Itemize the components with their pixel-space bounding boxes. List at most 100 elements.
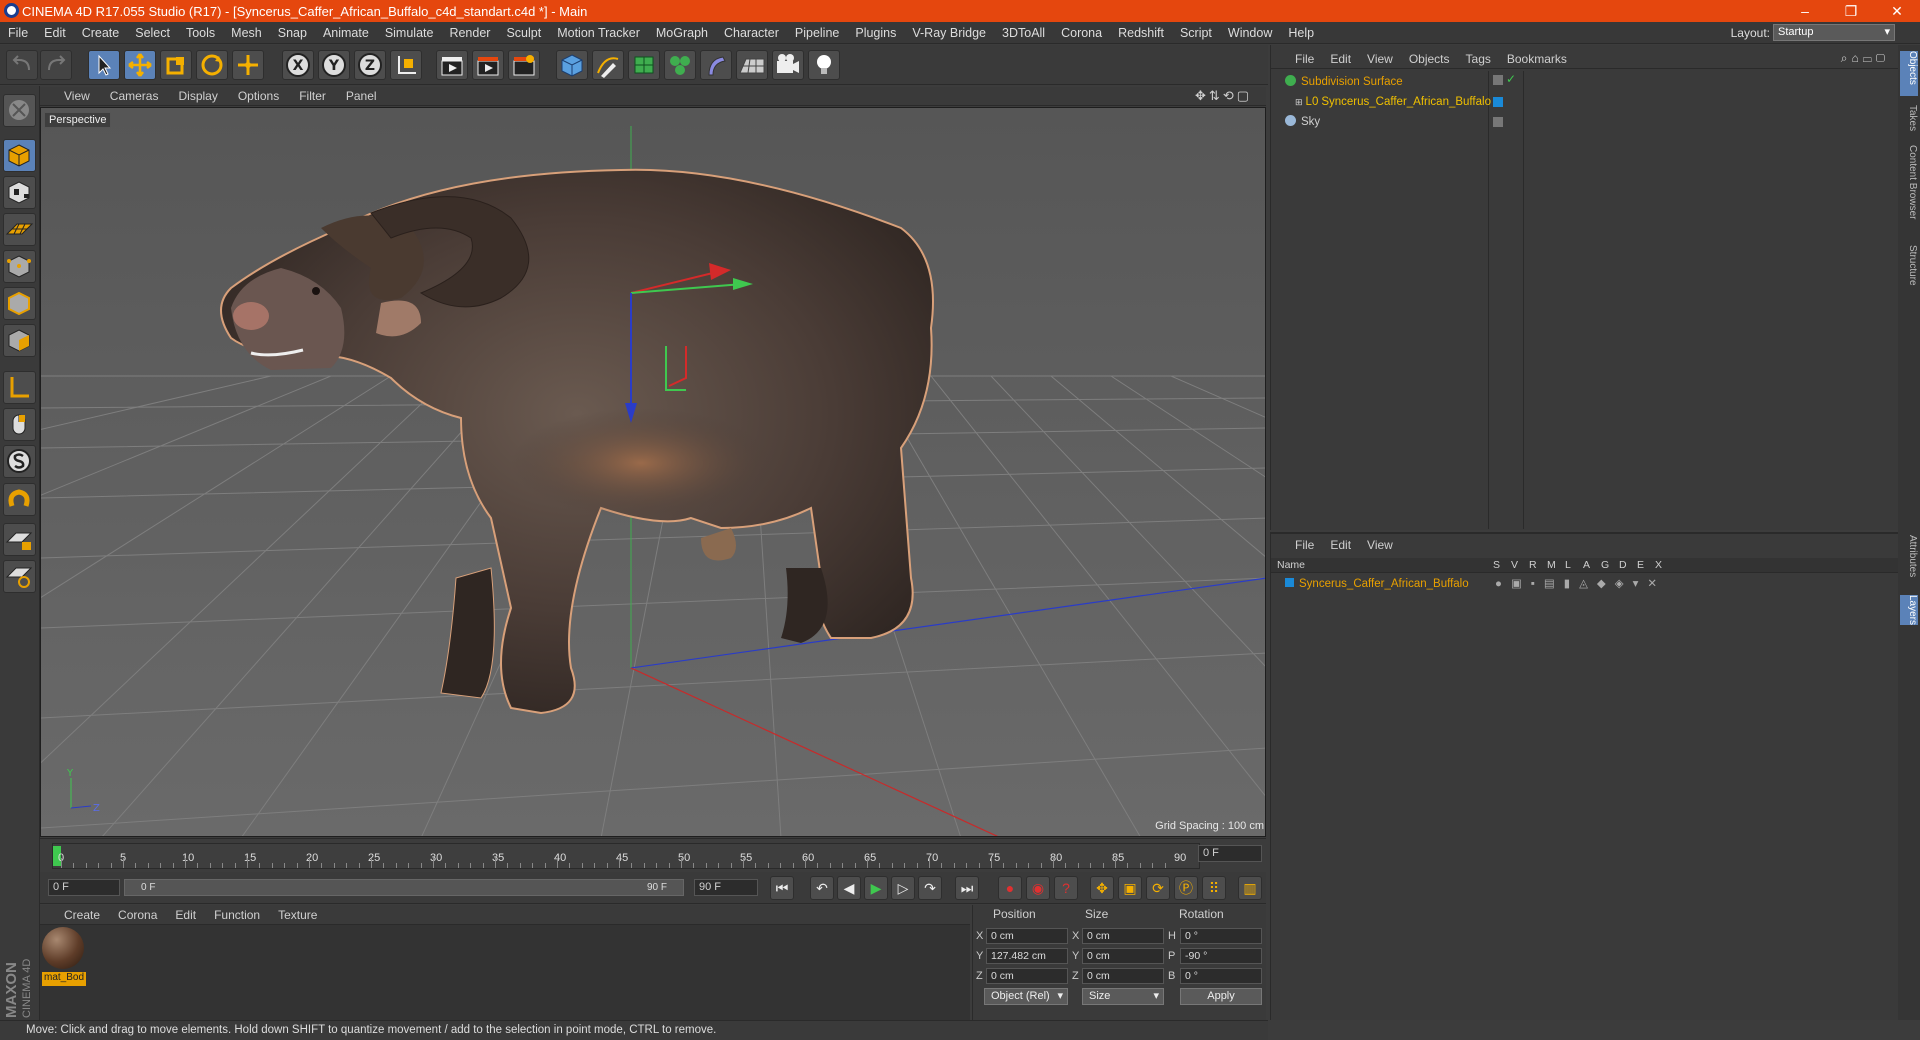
menu-plugins[interactable]: Plugins	[847, 26, 904, 40]
workplane-refresh-button[interactable]	[3, 560, 36, 593]
layer-menu-file[interactable]: File	[1271, 538, 1322, 552]
menu-motion-tracker[interactable]: Motion Tracker	[549, 26, 648, 40]
enable-axis-button[interactable]	[3, 371, 36, 404]
menu-mesh[interactable]: Mesh	[223, 26, 270, 40]
layer-toggle-icons[interactable]: ●▣▪▤▮◬◆◈▾✕	[1495, 575, 1666, 593]
size-y-field[interactable]: 0 cm	[1082, 948, 1164, 964]
frame-ruler[interactable]: 051015202530354045505560657075808590	[52, 843, 1200, 869]
material-menu-corona[interactable]: Corona	[109, 908, 166, 922]
transform-tool-button[interactable]	[232, 50, 264, 80]
rotation-p-field[interactable]: -90 °	[1180, 948, 1262, 964]
tab-structure[interactable]: Structure	[1900, 245, 1918, 286]
menu-animate[interactable]: Animate	[315, 26, 377, 40]
render-settings-button[interactable]	[508, 50, 540, 80]
size-x-field[interactable]: 0 cm	[1082, 928, 1164, 944]
lock-workplane-button[interactable]	[3, 523, 36, 556]
y-axis-lock-button[interactable]: Y	[318, 50, 350, 80]
menu-help[interactable]: Help	[1280, 26, 1322, 40]
preview-range-slider[interactable]: 0 F 90 F	[124, 879, 684, 896]
live-selection-button[interactable]	[88, 50, 120, 80]
move-tool-button[interactable]	[124, 50, 156, 80]
layer-row[interactable]: Syncerus_Caffer_African_Buffalo ●▣▪▤▮◬◆◈…	[1275, 575, 1895, 593]
viewport-navigation-icons[interactable]: ✥⇅⟲▢	[1185, 88, 1262, 104]
scale-tool-button[interactable]	[160, 50, 192, 80]
expand-plus-icon[interactable]: ⊞	[1295, 97, 1303, 107]
tab-attributes[interactable]: Attributes	[1900, 535, 1918, 577]
object-menu-view[interactable]: View	[1359, 52, 1401, 66]
viewport-menu-cameras[interactable]: Cameras	[100, 89, 169, 103]
menu-vray-bridge[interactable]: V-Ray Bridge	[904, 26, 994, 40]
menu-mograph[interactable]: MoGraph	[648, 26, 716, 40]
layer-menu-edit[interactable]: Edit	[1322, 538, 1359, 552]
rotation-key-button[interactable]: ⟳	[1146, 876, 1170, 900]
camera-button[interactable]	[772, 50, 804, 80]
menu-redshift[interactable]: Redshift	[1110, 26, 1172, 40]
previous-frame-button[interactable]: ◀	[837, 876, 861, 900]
parameter-key-button[interactable]: Ⓟ	[1174, 876, 1198, 900]
coordinate-mode-dropdown[interactable]: Object (Rel) ▾	[984, 988, 1068, 1005]
material-menu-edit[interactable]: Edit	[166, 908, 205, 922]
tweak-mode-button[interactable]	[3, 408, 36, 441]
rotation-h-field[interactable]: 0 °	[1180, 928, 1262, 944]
cube-primitive-button[interactable]	[556, 50, 588, 80]
current-frame-field[interactable]: 0 F	[1198, 845, 1262, 862]
object-menu-objects[interactable]: Objects	[1401, 52, 1458, 66]
autokey-button[interactable]: ◉	[1026, 876, 1050, 900]
position-y-field[interactable]: 127.482 cm	[986, 948, 1068, 964]
keyframe-selection-button[interactable]: ?	[1054, 876, 1078, 900]
material-name-label[interactable]: mat_Bod	[42, 972, 86, 986]
close-button[interactable]: ✕	[1874, 0, 1920, 22]
point-level-key-button[interactable]: ⠿	[1202, 876, 1226, 900]
layer-menu-view[interactable]: View	[1359, 538, 1401, 552]
menu-create[interactable]: Create	[74, 26, 128, 40]
deformer-button[interactable]	[700, 50, 732, 80]
object-menu-bookmarks[interactable]: Bookmarks	[1499, 52, 1575, 66]
redo-button[interactable]	[40, 50, 72, 80]
layer-color-swatch[interactable]	[1285, 578, 1294, 587]
menu-simulate[interactable]: Simulate	[377, 26, 442, 40]
layout-dropdown[interactable]: Startup ▾	[1773, 24, 1895, 41]
object-menu-edit[interactable]: Edit	[1322, 52, 1359, 66]
viewport-menu-panel[interactable]: Panel	[336, 89, 387, 103]
spline-pen-button[interactable]	[592, 50, 624, 80]
object-manager-nav-icons[interactable]: ⌕⌂▭▢	[1833, 51, 1897, 66]
apply-button[interactable]: Apply	[1180, 988, 1262, 1005]
coordinate-system-button[interactable]	[390, 50, 422, 80]
floor-button[interactable]	[736, 50, 768, 80]
material-menu-function[interactable]: Function	[205, 908, 269, 922]
magnet-button[interactable]	[3, 483, 36, 516]
record-keys-button[interactable]: ●	[998, 876, 1022, 900]
size-mode-dropdown[interactable]: Size ▾	[1082, 988, 1164, 1005]
x-axis-lock-button[interactable]: X	[282, 50, 314, 80]
workplane-mode-button[interactable]	[3, 213, 36, 246]
scale-key-button[interactable]: ▣	[1118, 876, 1142, 900]
undo-button[interactable]	[6, 50, 38, 80]
menu-tools[interactable]: Tools	[178, 26, 223, 40]
material-menu-create[interactable]: Create	[40, 908, 109, 922]
object-row-subdivision-surface[interactable]: Subdivision Surface	[1275, 73, 1403, 91]
position-key-button[interactable]: ✥	[1090, 876, 1114, 900]
restore-button[interactable]: ❐	[1828, 0, 1874, 22]
position-z-field[interactable]: 0 cm	[986, 968, 1068, 984]
layer-color-icon[interactable]	[1493, 97, 1503, 107]
object-menu-file[interactable]: File	[1271, 52, 1322, 66]
tab-objects[interactable]: Objects	[1900, 51, 1918, 96]
menu-pipeline[interactable]: Pipeline	[787, 26, 847, 40]
go-to-end-button[interactable]: ⏭	[955, 876, 979, 900]
render-view-button[interactable]	[436, 50, 468, 80]
snap-button[interactable]	[3, 445, 36, 478]
menu-character[interactable]: Character	[716, 26, 787, 40]
tab-takes[interactable]: Takes	[1900, 105, 1918, 131]
tab-content-browser[interactable]: Content Browser	[1900, 145, 1918, 219]
check-icon[interactable]: ✓	[1506, 72, 1516, 86]
position-x-field[interactable]: 0 cm	[986, 928, 1068, 944]
layer-tag-icon[interactable]	[1493, 75, 1503, 85]
edges-mode-button[interactable]	[3, 287, 36, 320]
viewport-menu-view[interactable]: View	[40, 89, 100, 103]
end-frame-field[interactable]: 90 F	[694, 879, 758, 896]
subdivision-surface-button[interactable]	[628, 50, 660, 80]
material-preview-sphere[interactable]	[42, 927, 84, 969]
next-key-button[interactable]: ↷	[918, 876, 942, 900]
tab-layers[interactable]: Layers	[1900, 595, 1918, 626]
cloner-button[interactable]	[664, 50, 696, 80]
